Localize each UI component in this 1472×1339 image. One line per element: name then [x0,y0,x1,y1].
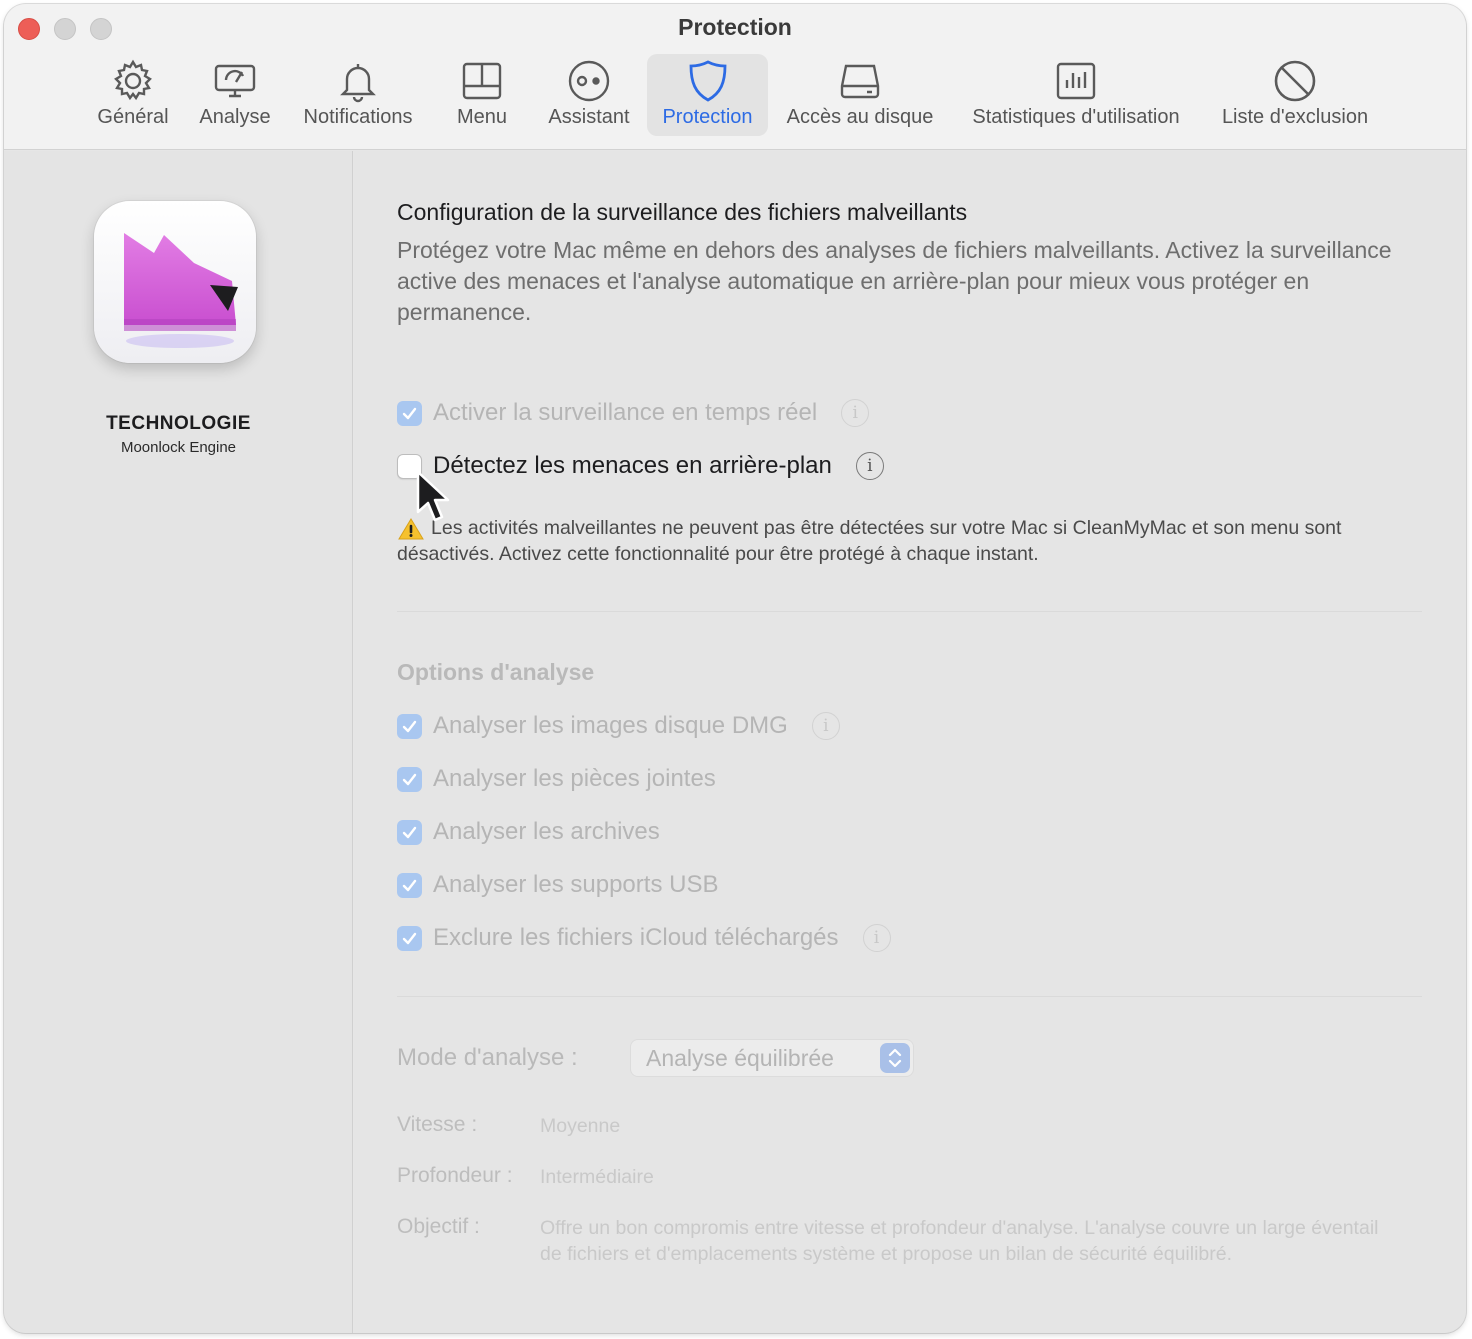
tab-usage-statistics[interactable]: Statistiques d'utilisation [956,54,1196,136]
moonlock-app-icon [94,201,256,363]
protection-settings-panel: Configuration de la surveillance des fic… [354,151,1466,1333]
scan-dmg-checkbox[interactable] [397,713,422,739]
exclude-icloud-label: Exclure les fichiers iCloud téléchargés [433,924,839,951]
option-dmg-row: Analyser les images disque DMG i [397,711,840,741]
tab-label: Assistant [548,106,630,128]
scan-archives-checkbox[interactable] [397,819,422,845]
sidebar: TECHNOLOGIE Moonlock Engine [4,151,353,1333]
checkmark-icon [402,932,417,944]
analysis-mode-value: Analyse équilibrée [646,1045,834,1071]
scan-attachments-checkbox[interactable] [397,766,422,792]
section-description: Protégez votre Mac même en dehors des an… [397,237,1392,325]
technology-engine-name: Moonlock Engine [120,439,237,456]
checkmark-icon [402,720,417,732]
window-title: Protection [678,14,792,40]
info-icon[interactable]: i [811,712,840,740]
realtime-monitoring-checkbox[interactable] [397,400,422,426]
scan-usb-label: Analyser les supports USB [433,871,719,898]
info-icon[interactable]: i [841,399,870,427]
bar-chart-icon [1050,58,1102,104]
scan-usb-checkbox[interactable] [397,872,422,898]
preferences-window: Protection Général Analyse Notifications… [4,4,1466,1333]
scan-archives-label: Analyser les archives [433,818,660,845]
tab-menu[interactable]: Menu [442,54,522,136]
tab-disk-access[interactable]: Accès au disque [776,54,944,136]
analysis-mode-label: Mode d'analyse : [397,1044,578,1071]
analysis-options-title: Options d'analyse [397,659,595,685]
tab-label: Protection [662,106,753,128]
tab-notifications[interactable]: Notifications [292,54,424,136]
disk-icon [834,58,886,104]
bell-icon [332,58,384,104]
updown-chevron-icon [880,1043,910,1073]
analysis-mode-select[interactable]: Analyse équilibrée [630,1039,914,1077]
section-heading: Configuration de la surveillance des fic… [397,199,968,225]
scan-attachments-label: Analyser les pièces jointes [433,765,716,792]
menu-window-icon [456,58,508,104]
info-icon[interactable]: i [855,452,884,480]
tab-protection[interactable]: Protection [647,54,768,136]
checkmark-icon [402,826,417,838]
option-icloud-row: Exclure les fichiers iCloud téléchargés … [397,923,891,953]
tab-exclusion-list[interactable]: Liste d'exclusion [1208,54,1382,136]
tab-label: Notifications [303,106,413,128]
checkmark-icon [402,773,417,785]
toolbar: Protection Général Analyse Notifications… [4,4,1466,150]
divider [397,611,1422,612]
tab-assistant[interactable]: Assistant [536,54,642,136]
shield-icon [682,58,734,104]
goal-label: Objectif : [397,1215,480,1238]
tab-general[interactable]: Général [92,54,174,136]
assistant-face-icon [563,58,615,104]
warning-message: Les activités malveillantes ne peuvent p… [397,517,1342,565]
prohibited-icon [1269,58,1321,104]
monitor-scan-icon [209,58,261,104]
tab-label: Général [97,106,169,128]
divider [397,996,1422,997]
scan-dmg-label: Analyser les images disque DMG [433,712,788,739]
info-icon[interactable]: i [862,924,891,952]
realtime-monitoring-label: Activer la surveillance en temps réel [433,399,818,426]
depth-label: Profondeur : [397,1164,513,1187]
tab-label: Accès au disque [786,106,934,128]
tab-label: Liste d'exclusion [1221,106,1369,128]
background-detection-row: Détectez les menaces en arrière-plan i [397,451,884,481]
speed-value: Moyenne [540,1115,621,1137]
speed-label: Vitesse : [397,1113,478,1136]
option-usb-row: Analyser les supports USB [397,870,718,900]
option-archives-row: Analyser les archives [397,817,660,847]
option-attachments-row: Analyser les pièces jointes [397,764,716,794]
exclude-icloud-checkbox[interactable] [397,925,422,951]
realtime-monitoring-row: Activer la surveillance en temps réel i [397,398,870,428]
gear-icon [107,58,159,104]
background-detection-label: Détectez les menaces en arrière-plan [433,452,832,479]
goal-value: Offre un bon compromis entre vitesse et … [540,1217,1379,1265]
tab-label: Analyse [199,106,271,128]
tab-label: Statistiques d'utilisation [972,106,1180,128]
checkmark-icon [402,879,417,891]
depth-value: Intermédiaire [540,1166,654,1188]
tab-analyse[interactable]: Analyse [192,54,278,136]
tab-label: Menu [456,106,508,128]
checkmark-icon [402,407,417,419]
technology-title: TECHNOLOGIE [106,413,251,434]
mouse-cursor-icon [416,470,450,522]
